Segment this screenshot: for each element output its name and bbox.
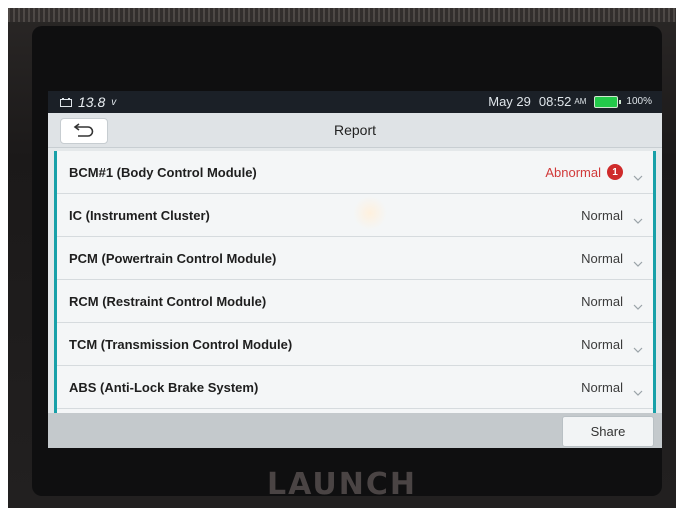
module-status: Normal [581, 379, 623, 395]
module-row[interactable]: BCM#1 (Body Control Module) Abnormal 1 [57, 151, 653, 194]
module-row[interactable]: TCM (Transmission Control Module) Normal [57, 323, 653, 366]
page-title: Report [333, 122, 377, 138]
module-name: RCM (Restraint Control Module) [69, 293, 267, 309]
car-battery-icon [60, 95, 72, 110]
module-row[interactable]: ABS (Anti-Lock Brake System) Normal [57, 366, 653, 409]
device-screen: 13.8 v May 29 08:52 AM 100% Report BCM#1… [48, 91, 662, 448]
module-status: Normal [581, 336, 623, 352]
module-name: PCM (Powertrain Control Module) [69, 250, 277, 266]
share-button[interactable]: Share [562, 416, 654, 447]
time-label: 08:52 [538, 94, 572, 109]
background-texture [8, 8, 676, 22]
device-photo: 13.8 v May 29 08:52 AM 100% Report BCM#1… [8, 8, 676, 508]
chevron-down-icon[interactable] [633, 340, 643, 358]
module-row[interactable]: PCM (Powertrain Control Module) Normal [57, 237, 653, 280]
voltage-readout: 13.8 [78, 94, 106, 110]
chevron-down-icon[interactable] [633, 254, 643, 272]
brand-logo: LAUNCH [266, 467, 417, 502]
battery-icon [594, 95, 622, 108]
footer-bar: Share [48, 413, 662, 448]
date-label: May 29 [488, 94, 531, 109]
module-status: Normal [581, 250, 623, 266]
chevron-down-icon[interactable] [633, 297, 643, 315]
status-text: Abnormal [545, 164, 601, 180]
chevron-down-icon[interactable] [633, 383, 643, 401]
battery-percent: 100% [626, 96, 652, 107]
module-list: BCM#1 (Body Control Module) Abnormal 1 I… [54, 151, 656, 413]
module-name: BCM#1 (Body Control Module) [69, 164, 257, 180]
module-status: Abnormal 1 [545, 164, 623, 180]
module-name: ABS (Anti-Lock Brake System) [69, 379, 259, 395]
module-name: IC (Instrument Cluster) [69, 207, 210, 223]
chevron-down-icon[interactable] [633, 168, 643, 186]
module-row[interactable]: RCM (Restraint Control Module) Normal [57, 280, 653, 323]
module-status: Normal [581, 293, 623, 309]
status-bar: 13.8 v May 29 08:52 AM 100% [48, 91, 662, 113]
ampm-label: AM [574, 97, 587, 106]
chevron-down-icon[interactable] [633, 211, 643, 229]
light-glare [353, 196, 387, 230]
voltage-unit: v [111, 96, 117, 108]
module-status: Normal [581, 207, 623, 223]
module-name: TCM (Transmission Control Module) [69, 336, 293, 352]
fault-count-badge: 1 [607, 164, 623, 180]
page-header: Report [48, 113, 662, 148]
